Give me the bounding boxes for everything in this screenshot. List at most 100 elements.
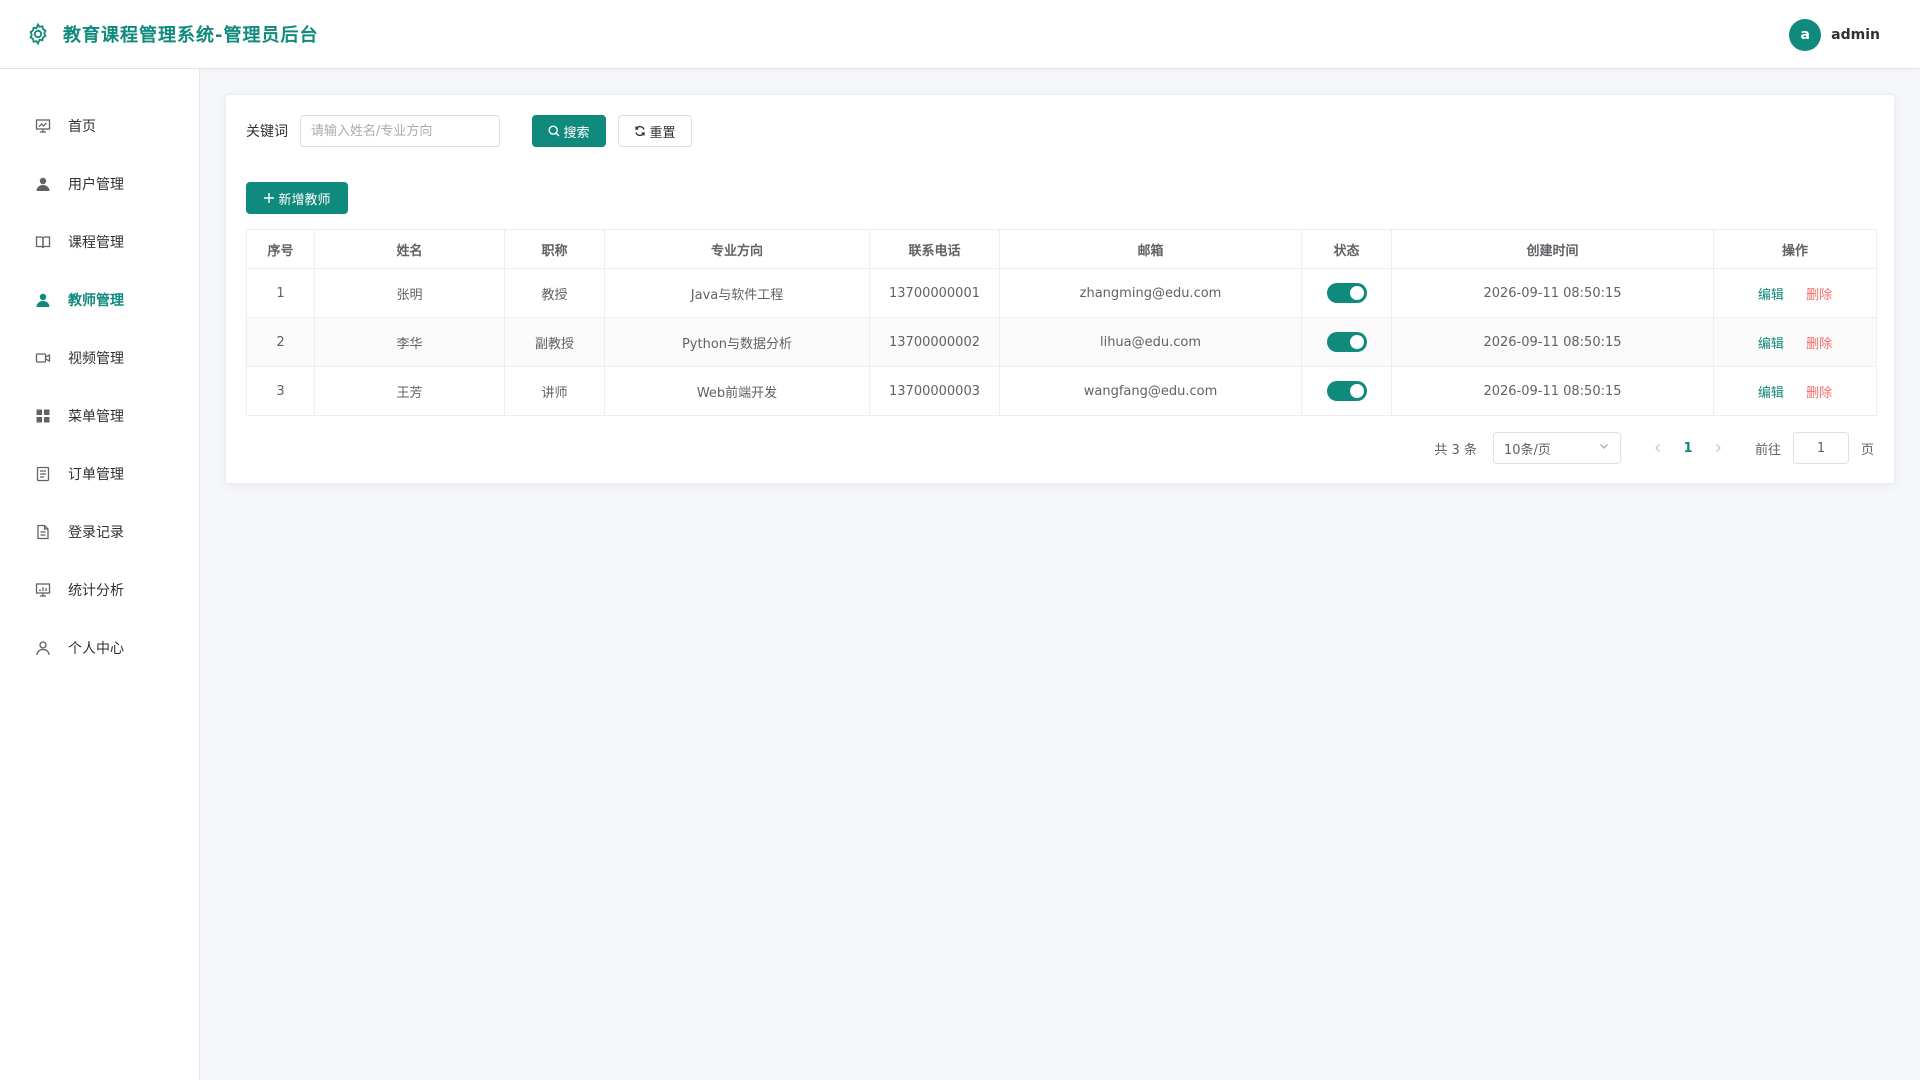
goto-page-input[interactable] (1792, 432, 1849, 464)
column-header: 专业方向 (604, 229, 870, 269)
page-unit-label: 页 (1860, 442, 1874, 458)
edit-button[interactable]: 编辑 (1758, 337, 1784, 352)
cell-actions: 编辑 删除 (1713, 317, 1877, 367)
page-number-current[interactable]: 1 (1673, 441, 1703, 456)
teacher-table: 序号 姓名 职称 专业方向 联系电话 邮箱 状态 创建时间 操作 1 张明 教授… (246, 229, 1877, 416)
reset-button-label: 重置 (649, 125, 676, 141)
sidebar-item-profile[interactable]: 个人中心 (0, 619, 199, 677)
app-title: 教育课程管理系统-管理员后台 (63, 25, 319, 46)
cell-name: 王芳 (314, 366, 505, 416)
cell-status (1301, 317, 1392, 367)
table-row: 1 张明 教授 Java与软件工程 13700000001 zhangming@… (246, 268, 1877, 318)
teacher-management-card: 关键词 搜索 重置 新增教师 序号 姓名 职称 (225, 94, 1895, 484)
column-header: 职称 (504, 229, 605, 269)
delete-button[interactable]: 删除 (1806, 337, 1832, 352)
grid-icon (34, 407, 52, 425)
page-size-select[interactable]: 10条/页 (1492, 432, 1621, 464)
cell-major: Python与数据分析 (604, 317, 870, 367)
cell-actions: 编辑 删除 (1713, 366, 1877, 416)
column-header: 操作 (1713, 229, 1877, 269)
cell-title: 讲师 (504, 366, 605, 416)
next-page-button[interactable] (1703, 443, 1733, 453)
cell-index: 1 (246, 268, 315, 318)
cell-major: Web前端开发 (604, 366, 870, 416)
video-camera-icon (34, 349, 52, 367)
sidebar-item-label: 个人中心 (68, 641, 124, 657)
book-icon (34, 233, 52, 251)
cell-index: 2 (246, 317, 315, 367)
reset-button[interactable]: 重置 (618, 115, 692, 147)
cell-created: 2026-09-11 08:50:15 (1391, 268, 1714, 318)
sidebar-item-home[interactable]: 首页 (0, 97, 199, 155)
sidebar-item-users[interactable]: 用户管理 (0, 155, 199, 213)
sidebar-item-label: 登录记录 (68, 525, 124, 541)
prev-page-button[interactable] (1643, 443, 1673, 453)
cell-phone: 13700000001 (869, 268, 1000, 318)
document-list-icon (34, 465, 52, 483)
cell-created: 2026-09-11 08:50:15 (1391, 366, 1714, 416)
cell-email: wangfang@edu.com (999, 366, 1302, 416)
document-icon (34, 523, 52, 541)
column-header: 状态 (1301, 229, 1392, 269)
keyword-input[interactable] (300, 115, 500, 147)
sidebar-item-login-records[interactable]: 登录记录 (0, 503, 199, 561)
column-header: 姓名 (314, 229, 505, 269)
user-menu[interactable]: a admin (1789, 0, 1880, 69)
add-teacher-label: 新增教师 (278, 192, 331, 208)
status-toggle[interactable] (1326, 332, 1367, 352)
column-header: 联系电话 (869, 229, 1000, 269)
cell-name: 张明 (314, 268, 505, 318)
chevron-down-icon (1598, 440, 1610, 456)
user-name[interactable]: admin (1831, 27, 1880, 43)
search-bar: 关键词 搜索 重置 (246, 115, 692, 147)
cell-status (1301, 366, 1392, 416)
sidebar-item-label: 教师管理 (68, 293, 124, 309)
table-row: 3 王芳 讲师 Web前端开发 13700000003 wangfang@edu… (246, 366, 1877, 416)
avatar[interactable]: a (1789, 18, 1822, 51)
sidebar-item-label: 订单管理 (68, 467, 124, 483)
sidebar: 首页 用户管理 课程管理 教师管理 视频管理 菜单管理 订单管理 登录记录 统计… (0, 69, 200, 1080)
cell-email: zhangming@edu.com (999, 268, 1302, 318)
cell-title: 副教授 (504, 317, 605, 367)
add-teacher-button[interactable]: 新增教师 (246, 182, 348, 214)
top-header: 教育课程管理系统-管理员后台 a admin (0, 0, 1920, 69)
user-outline-icon (34, 639, 52, 657)
chevron-right-icon (1716, 444, 1721, 452)
column-header: 邮箱 (999, 229, 1302, 269)
sidebar-item-videos[interactable]: 视频管理 (0, 329, 199, 387)
cell-created: 2026-09-11 08:50:15 (1391, 317, 1714, 367)
sidebar-item-courses[interactable]: 课程管理 (0, 213, 199, 271)
sidebar-item-teachers[interactable]: 教师管理 (0, 271, 199, 329)
sidebar-item-menus[interactable]: 菜单管理 (0, 387, 199, 445)
search-icon (548, 125, 560, 137)
status-toggle[interactable] (1326, 381, 1367, 401)
cell-status (1301, 268, 1392, 318)
column-header: 创建时间 (1391, 229, 1714, 269)
cell-major: Java与软件工程 (604, 268, 870, 318)
sidebar-item-label: 首页 (68, 119, 96, 135)
delete-button[interactable]: 删除 (1806, 288, 1832, 303)
sidebar-item-label: 统计分析 (68, 583, 124, 599)
sidebar-item-statistics[interactable]: 统计分析 (0, 561, 199, 619)
user-icon (34, 291, 52, 309)
total-count: 共 3 条 (1434, 442, 1477, 458)
status-toggle[interactable] (1326, 283, 1367, 303)
cell-title: 教授 (504, 268, 605, 318)
edit-button[interactable]: 编辑 (1758, 288, 1784, 303)
delete-button[interactable]: 删除 (1806, 386, 1832, 401)
sidebar-item-label: 用户管理 (68, 177, 124, 193)
plus-icon (263, 192, 275, 204)
cell-phone: 13700000002 (869, 317, 1000, 367)
sidebar-item-orders[interactable]: 订单管理 (0, 445, 199, 503)
page-size-value: 10条/页 (1503, 442, 1551, 458)
edit-button[interactable]: 编辑 (1758, 386, 1784, 401)
pagination: 共 3 条 10条/页 1 前往 页 (1434, 432, 1874, 464)
search-button[interactable]: 搜索 (532, 115, 606, 147)
cell-index: 3 (246, 366, 315, 416)
search-button-label: 搜索 (563, 125, 590, 141)
chevron-left-icon (1655, 444, 1660, 452)
refresh-icon (634, 125, 646, 137)
cell-name: 李华 (314, 317, 505, 367)
sidebar-item-label: 视频管理 (68, 351, 124, 367)
cell-actions: 编辑 删除 (1713, 268, 1877, 318)
